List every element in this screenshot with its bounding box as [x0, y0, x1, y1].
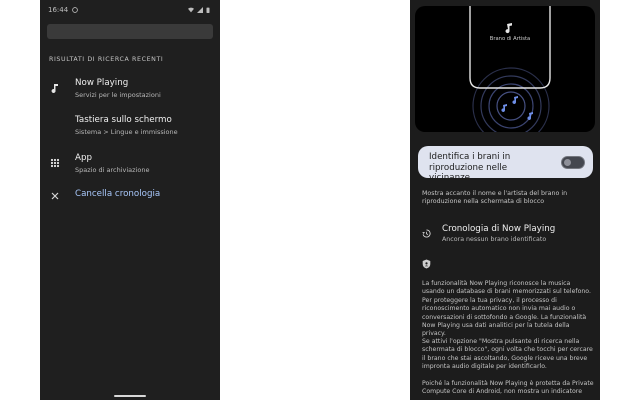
search-input[interactable] — [47, 24, 213, 39]
illustration-caption: Brano di Artista — [489, 36, 531, 42]
result-onscreen-keyboard[interactable]: Tastiera sullo schermo Sistema > Lingue … — [40, 114, 220, 140]
identify-songs-switch[interactable] — [561, 156, 585, 169]
navigation-handle[interactable] — [114, 395, 146, 397]
privacy-shield-icon — [422, 259, 431, 269]
signal-icon — [197, 7, 203, 13]
recent-results-header: RISULTATI DI RICERCA RECENTI — [49, 56, 164, 63]
status-bar: 16:44 — [48, 5, 210, 15]
result-now-playing[interactable]: Now Playing Servizi per le impostazioni — [40, 77, 220, 103]
result-title: App — [75, 153, 92, 163]
illustration-graphic — [469, 6, 551, 132]
switch-thumb — [564, 159, 571, 166]
toggle-description: Mostra accanto il nome e l'artista del b… — [422, 190, 568, 206]
info-paragraph-2: Se attivi l'opzione "Mostra pulsante di … — [422, 338, 593, 371]
info-paragraph-3: Poiché la funzionalità Now Playing è pro… — [422, 380, 594, 396]
history-icon — [422, 229, 431, 238]
settings-search-screen: 16:44 RISULTATI DI RICERCA RECENTI Now P… — [40, 0, 220, 400]
result-title: Tastiera sullo schermo — [75, 115, 172, 125]
now-playing-illustration: Brano di Artista — [415, 6, 595, 132]
clear-history-button[interactable]: Cancella cronologia — [40, 188, 220, 204]
battery-icon — [206, 7, 210, 13]
apps-grid-icon — [50, 158, 60, 168]
history-title: Cronologia di Now Playing — [442, 224, 556, 234]
white-music-note-icon — [505, 23, 512, 34]
now-playing-settings-screen: Brano di Artista Identifica i brani in r… — [410, 0, 600, 400]
result-subtitle: Servizi per le impostazioni — [75, 91, 161, 99]
result-subtitle: Sistema > Lingue e immissione — [75, 128, 178, 136]
now-playing-history-row[interactable]: Cronologia di Now Playing Ancora nessun … — [410, 222, 600, 248]
music-note-icon — [51, 84, 58, 93]
result-title: Now Playing — [75, 78, 129, 88]
whatsapp-notification-icon — [72, 7, 79, 13]
clear-history-label: Cancella cronologia — [75, 189, 161, 199]
result-app[interactable]: App Spazio di archiviazione — [40, 152, 220, 178]
history-subtitle: Ancora nessun brano identificato — [442, 236, 547, 243]
wifi-icon — [188, 7, 194, 13]
identify-songs-label: Identifica i brani in riproduzione nelle… — [429, 152, 511, 183]
identify-songs-toggle-card[interactable]: Identifica i brani in riproduzione nelle… — [418, 146, 593, 183]
blue-music-note-icon — [501, 96, 533, 120]
close-icon — [51, 192, 59, 200]
info-paragraph-1: La funzionalità Now Playing riconosce la… — [422, 280, 591, 338]
result-subtitle: Spazio di archiviazione — [75, 166, 150, 174]
status-time: 16:44 — [48, 6, 69, 14]
